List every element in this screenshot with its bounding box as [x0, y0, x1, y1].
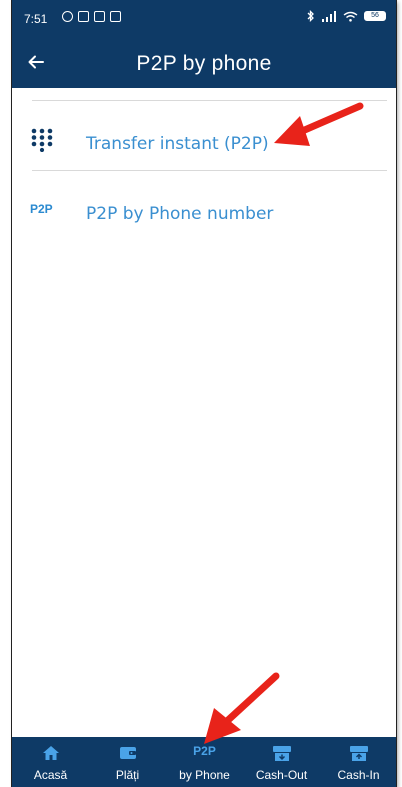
phone-screen: 7:51 56 P2P by phone Transfer instant (P… — [12, 0, 396, 787]
nav-item-cash-in[interactable]: Cash-In — [320, 737, 396, 787]
battery-icon: 56 — [364, 11, 386, 21]
divider — [32, 100, 387, 101]
bluetooth-icon — [307, 10, 314, 22]
nav-item-acasa[interactable]: Acasă — [12, 737, 89, 787]
nav-item-cash-out[interactable]: Cash-Out — [243, 737, 320, 787]
p2p-badge-icon: P2P — [30, 202, 53, 216]
divider — [32, 170, 387, 171]
wallet-icon — [119, 747, 136, 759]
menu-item-label: P2P by Phone number — [86, 204, 274, 224]
nav-label: Cash-Out — [255, 768, 308, 782]
status-bar: 7:51 56 — [12, 0, 396, 36]
nav-label: Acasă — [33, 768, 68, 782]
alarm-icon — [62, 11, 73, 22]
status-time: 7:51 — [24, 12, 48, 26]
status-system-icons: 56 — [307, 10, 386, 22]
nav-label: by Phone — [179, 768, 230, 782]
nav-item-plati[interactable]: Plăți — [89, 737, 166, 787]
wifi-icon — [343, 11, 358, 22]
nav-label: Cash-In — [337, 768, 380, 782]
cash-in-icon — [349, 746, 368, 761]
keypad-icon — [31, 128, 53, 152]
app-notification-icon — [94, 11, 105, 22]
menu-item-p2p-by-phone-number[interactable]: P2P P2P by Phone number — [12, 190, 396, 238]
p2p-badge-icon: P2P — [193, 744, 216, 758]
nav-item-by-phone[interactable]: P2P by Phone — [166, 737, 243, 787]
notification-icon — [78, 11, 89, 22]
cash-out-icon — [272, 746, 291, 761]
menu-item-transfer-instant[interactable]: Transfer instant (P2P) — [12, 120, 396, 168]
status-notification-icons — [62, 11, 121, 22]
nav-label: Plăți — [115, 768, 140, 782]
app-bar: P2P by phone — [12, 36, 396, 88]
menu-item-label: Transfer instant (P2P) — [86, 134, 269, 154]
bottom-navigation: Acasă Plăți P2P by Phone Cash-Out Cash-I… — [12, 737, 396, 787]
page-title: P2P by phone — [136, 52, 272, 75]
home-icon — [42, 746, 59, 760]
signal-icon — [322, 10, 336, 22]
app-notification-icon — [110, 11, 121, 22]
